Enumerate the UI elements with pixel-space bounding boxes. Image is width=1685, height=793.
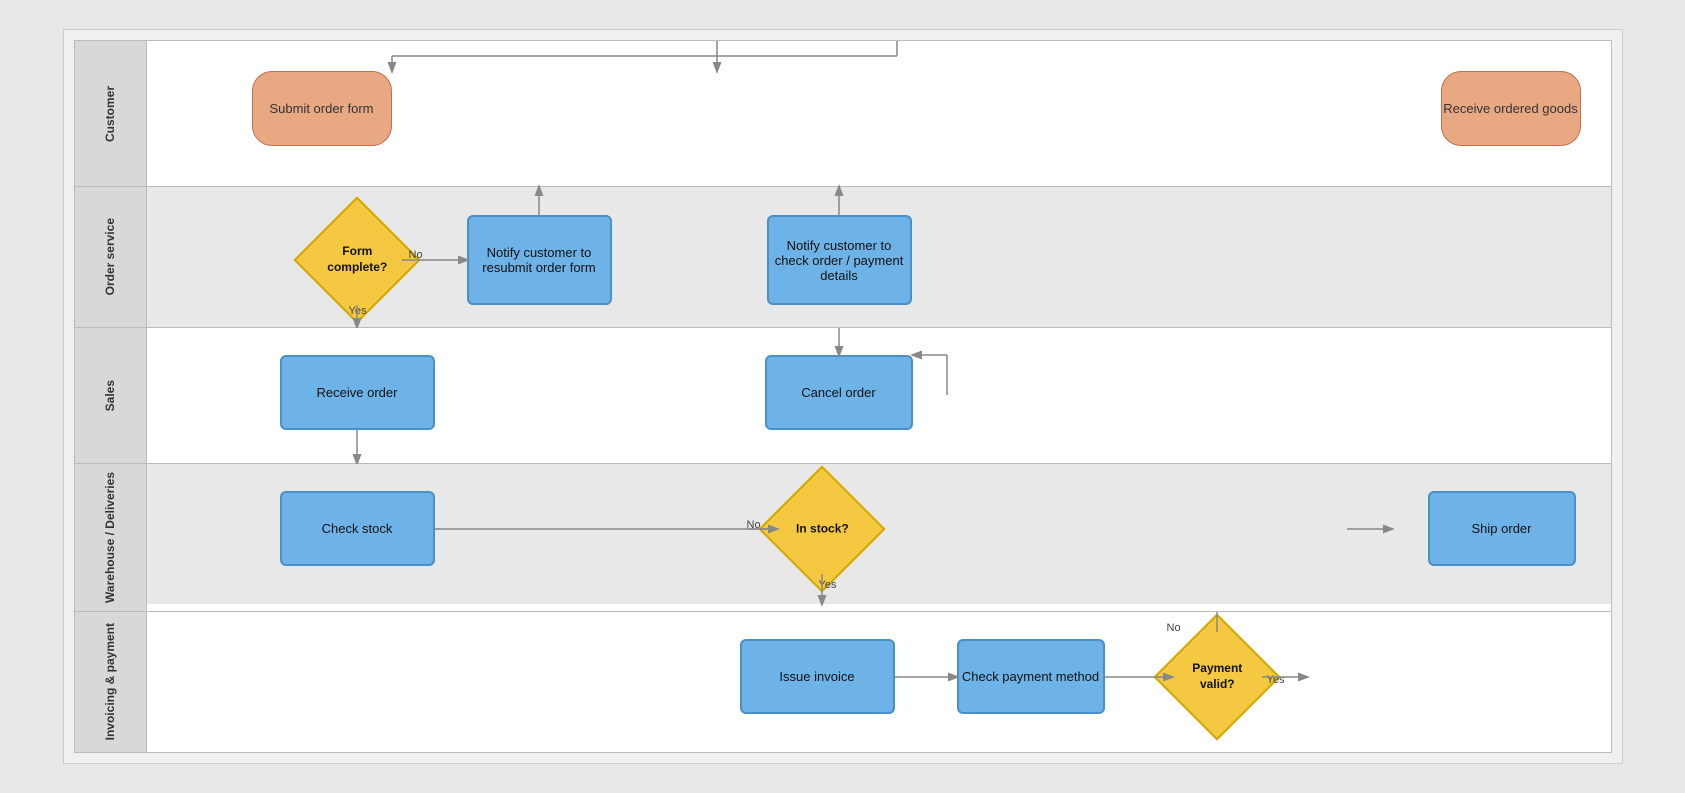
yes-label-1: Yes: [349, 305, 367, 317]
lane-content-invoicing: Issue invoice Check payment method Payme…: [147, 612, 1611, 752]
lane-customer: Customer Submit order form Receive order…: [75, 41, 1611, 187]
diagram-container: Customer Submit order form Receive order…: [74, 40, 1612, 753]
lane-label-text-customer: Customer: [103, 86, 117, 142]
lane-label-sales: Sales: [75, 328, 147, 463]
cancel-order: Cancel order: [765, 355, 913, 430]
lane-label-warehouse: Warehouse / Deliveries: [75, 464, 147, 611]
notify-resubmit: Notify customer to resubmit order form: [467, 215, 612, 305]
lane-label-text-warehouse: Warehouse / Deliveries: [103, 472, 117, 603]
check-stock: Check stock: [280, 491, 435, 566]
submit-order-form: Submit order form: [252, 71, 392, 146]
issue-invoice: Issue invoice: [740, 639, 895, 714]
lane-warehouse: Warehouse / Deliveries Check stock In st…: [75, 464, 1611, 612]
receive-order: Receive order: [280, 355, 435, 430]
no-label-2: No: [747, 519, 761, 531]
ship-order: Ship order: [1428, 491, 1576, 566]
lane-order-service: Order service Form complete? No Yes Noti…: [75, 187, 1611, 328]
lane-content-customer: Submit order form Receive ordered goods: [147, 41, 1611, 186]
outer-wrapper: Customer Submit order form Receive order…: [63, 29, 1623, 764]
lane-content-order-service: Form complete? No Yes Notify customer to…: [147, 187, 1611, 327]
lane-label-order-service: Order service: [75, 187, 147, 327]
no-label-1: No: [409, 249, 423, 261]
lane-content-sales: Receive order Cancel order: [147, 328, 1611, 463]
lane-label-text-order-service: Order service: [103, 218, 117, 295]
check-payment-method: Check payment method: [957, 639, 1105, 714]
lane-label-invoicing: Invoicing & payment: [75, 612, 147, 752]
lane-label-text-invoicing: Invoicing & payment: [103, 623, 117, 740]
lane-invoicing: Invoicing & payment Issue invoice Check …: [75, 612, 1611, 752]
notify-check: Notify customer to check order / payment…: [767, 215, 912, 305]
lane-label-text-sales: Sales: [103, 380, 117, 411]
no-label-3: No: [1167, 622, 1181, 634]
yes-label-2: Yes: [819, 579, 837, 591]
in-stock-diamond: In stock?: [758, 465, 885, 592]
lane-sales: Sales Receive order Cancel order: [75, 328, 1611, 464]
lane-content-warehouse: Check stock In stock? No Yes Ship order: [147, 464, 1611, 604]
receive-ordered-goods: Receive ordered goods: [1441, 71, 1581, 146]
lane-label-customer: Customer: [75, 41, 147, 186]
yes-label-3: Yes: [1267, 674, 1285, 686]
